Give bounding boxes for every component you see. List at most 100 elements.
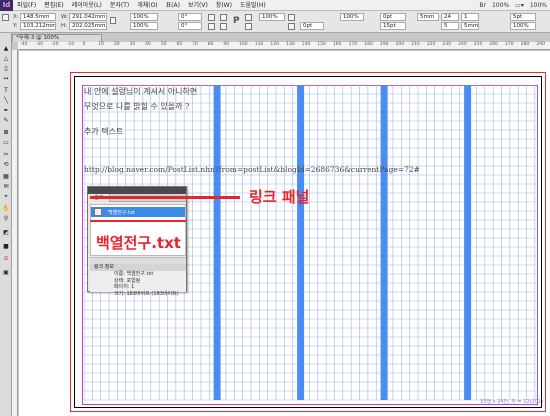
- ruler-label: 170: [348, 42, 358, 47]
- note-tool-icon[interactable]: ✉: [2, 183, 10, 191]
- menu-view[interactable]: 보기(V): [184, 0, 212, 11]
- ruler-label: 270: [505, 42, 514, 47]
- eyedropper-tool-icon[interactable]: ⌖: [2, 193, 10, 201]
- menu-layout[interactable]: 레이아웃(L): [68, 0, 106, 11]
- scale-y-field[interactable]: 100%: [130, 22, 158, 30]
- pct-field[interactable]: 100%: [340, 13, 364, 21]
- indesign-logo: Id: [0, 0, 13, 11]
- ruler-label: 70: [192, 42, 198, 47]
- right-5mm-field[interactable]: 5mm: [461, 22, 479, 30]
- constrain-proportions-icon[interactable]: [110, 17, 116, 24]
- ruler-label: 20: [113, 42, 120, 47]
- gap-tool-icon[interactable]: ↔: [2, 75, 10, 83]
- ruler-label: 110: [254, 42, 264, 47]
- stroke-swatch-icon[interactable]: [288, 23, 295, 30]
- link-row[interactable]: 백열전구.txt: [91, 207, 185, 217]
- ruler-label: 240: [458, 42, 467, 47]
- y-field[interactable]: 103.212mm: [20, 22, 56, 30]
- link-info: 이름: 백열전구.txt 상태: 포함됨 페이지: 1 크기: 183바이트 (…: [90, 271, 186, 297]
- annotation-panel-label: 링크 패널: [249, 188, 310, 206]
- document-tab[interactable]: *무제-3 @ 100%: [12, 34, 102, 42]
- zoom-dropdown-left[interactable]: 100%: [489, 2, 512, 9]
- rotate-field[interactable]: 0°: [178, 13, 202, 21]
- ruler-label: 140: [301, 42, 311, 47]
- menu-window[interactable]: 창(W): [212, 0, 236, 11]
- fill-stroke-icon[interactable]: ◩: [2, 229, 10, 237]
- select-content-icon[interactable]: [245, 23, 252, 30]
- num-5-field[interactable]: 5: [441, 22, 459, 30]
- menu-bar: Id 파일(F) 편집(E) 레이아웃(L) 문자(T) 개체(O) 표(A) …: [0, 0, 550, 11]
- col-field[interactable]: 1: [461, 13, 479, 21]
- w-field[interactable]: 291.042mm: [69, 13, 107, 21]
- shear-field[interactable]: 0°: [178, 22, 202, 30]
- gradient-tool-icon[interactable]: ▦: [2, 173, 10, 181]
- ruler-label: 10: [98, 42, 104, 47]
- num-24-field[interactable]: 24: [441, 13, 459, 21]
- ruler-label: 290: [536, 42, 545, 47]
- zoom-tool-icon[interactable]: ⚲: [2, 215, 10, 223]
- annotation-file-label: 백열전구.txt: [96, 234, 181, 252]
- apply-color-icon[interactable]: ■: [2, 243, 10, 251]
- hand-tool-icon[interactable]: ✋: [2, 205, 10, 213]
- screen-mode-icon[interactable]: ▭▾: [512, 2, 527, 9]
- dim-field[interactable]: 5mm: [417, 13, 439, 21]
- pt-field[interactable]: 0pt: [380, 13, 406, 21]
- h-field[interactable]: 202.025mm: [69, 22, 107, 30]
- size-field[interactable]: 15pt: [380, 22, 406, 30]
- ruler-label: 150: [317, 42, 326, 47]
- control-panel: X: 148.5mm Y: 103.212mm W: 291.042mm H: …: [0, 11, 550, 33]
- flip-v-icon[interactable]: [220, 23, 227, 30]
- scissors-tool-icon[interactable]: ✂: [2, 151, 10, 159]
- ruler-label: 80: [207, 42, 214, 47]
- menu-help[interactable]: 도움말(H): [236, 0, 270, 11]
- text-line-2[interactable]: 무엇으로 나를 밝힐 수 있을까 ?: [84, 101, 189, 112]
- ruler-label: -40: [20, 42, 28, 47]
- link-file-name: 백열전구.txt: [108, 209, 135, 216]
- line-tool-icon[interactable]: ╲: [2, 97, 10, 105]
- pen-tool-icon[interactable]: ✒: [2, 107, 10, 115]
- menu-type[interactable]: 문자(T): [106, 0, 133, 11]
- fill-swatch-icon[interactable]: [288, 14, 295, 21]
- flip-h-icon[interactable]: [220, 14, 227, 21]
- select-container-icon[interactable]: [245, 14, 252, 21]
- link-info-header[interactable]: 링크 정보: [90, 264, 186, 271]
- rect-frame-tool-icon[interactable]: ⊠: [2, 129, 10, 137]
- grid-gutter: [464, 85, 472, 400]
- ruler-label: 250: [473, 42, 483, 47]
- direct-selection-icon[interactable]: △: [2, 55, 10, 63]
- right-pct-field[interactable]: 100%: [510, 22, 536, 30]
- apply-none-icon[interactable]: ⧄: [2, 255, 10, 263]
- pencil-tool-icon[interactable]: ✎: [2, 117, 10, 125]
- reference-point-icon[interactable]: [2, 14, 9, 21]
- paragraph-icon[interactable]: P: [233, 16, 240, 26]
- right-pt-field[interactable]: 5pt: [510, 13, 536, 21]
- menu-edit[interactable]: 편집(E): [40, 0, 68, 11]
- text-line-1[interactable]: 내 안에 설렁님이 계셔서 아니하면: [84, 86, 197, 97]
- ruler-label: 230: [442, 42, 452, 47]
- grid-info-note: 33행 x 24칸, 자 = 12(201): [480, 399, 544, 405]
- rect-tool-icon[interactable]: ▭: [2, 139, 10, 147]
- bridge-icon[interactable]: Br: [476, 2, 489, 9]
- scale-x-field[interactable]: 100%: [130, 13, 158, 21]
- type-tool-icon[interactable]: T: [2, 87, 10, 95]
- grid-gutter: [380, 85, 388, 400]
- page-tool-icon[interactable]: ▯: [2, 65, 10, 73]
- menu-object[interactable]: 개체(O): [133, 0, 161, 11]
- selection-tool-icon[interactable]: ▲: [2, 45, 10, 53]
- ruler-label: 210: [411, 42, 420, 47]
- ruler-label: 30: [129, 42, 136, 47]
- text-line-3[interactable]: 추가 텍스트: [84, 126, 123, 137]
- menu-table[interactable]: 표(A): [162, 0, 184, 11]
- stroke-weight-field[interactable]: 0pt: [300, 22, 324, 30]
- view-mode-icon[interactable]: ▣: [2, 269, 10, 277]
- zoom-field[interactable]: 100%: [259, 13, 285, 21]
- url-text[interactable]: http://blog.naver.com/PostList.nhn?from=…: [84, 165, 420, 174]
- zoom-dropdown-right[interactable]: 100%: [527, 2, 550, 9]
- transform-tool-icon[interactable]: ⟲: [2, 161, 10, 169]
- menu-file[interactable]: 파일(F): [13, 0, 40, 11]
- y-label: Y:: [13, 23, 18, 29]
- ruler-label: 220: [426, 42, 436, 47]
- rotate-cw-icon[interactable]: [208, 14, 215, 21]
- rotate-ccw-icon[interactable]: [208, 23, 215, 30]
- x-field[interactable]: 148.5mm: [20, 13, 56, 21]
